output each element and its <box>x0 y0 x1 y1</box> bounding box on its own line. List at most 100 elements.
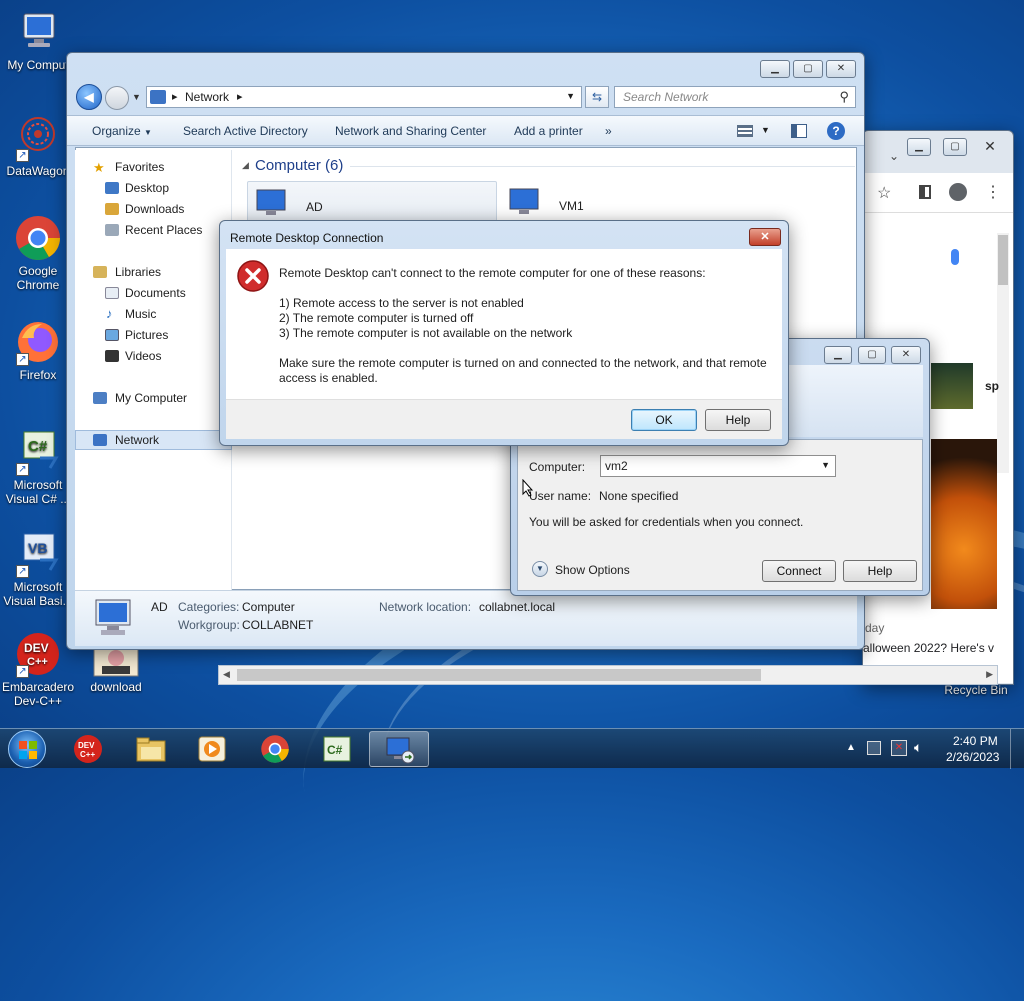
change-view-icon[interactable] <box>737 125 753 137</box>
nav-pictures[interactable]: Pictures <box>125 328 168 342</box>
clock-time[interactable]: 2:40 PM <box>953 734 998 748</box>
connect-button[interactable]: Connect <box>762 560 836 582</box>
group-header-computer[interactable]: Computer (6) <box>255 157 343 174</box>
menu-kebab-icon[interactable]: ⋮ <box>985 182 1001 202</box>
desktop-icon-visual-basic[interactable]: VB ↗ Microsoft Visual Basi... <box>2 530 74 608</box>
address-bar[interactable]: ▸ Network ▸ ▼ <box>146 86 582 108</box>
chrome-toolbar: ☆ ⋮ <box>863 173 1013 213</box>
desktop-icon-visual-csharp[interactable]: C# ↗ Microsoft Visual C# ... <box>2 428 74 506</box>
close-button[interactable]: ✕ <box>749 228 781 246</box>
taskbar-media-player[interactable] <box>183 731 243 767</box>
network-sharing-center-button[interactable]: Network and Sharing Center <box>335 124 486 138</box>
address-dropdown-icon[interactable]: ▼ <box>566 91 575 101</box>
maximize-button[interactable]: ▢ <box>943 138 967 156</box>
profile-avatar-icon[interactable] <box>949 183 967 201</box>
search-input[interactable]: Search Network ⚲ <box>614 86 856 108</box>
close-button[interactable]: ✕ <box>826 60 856 78</box>
clock-date[interactable]: 2/26/2023 <box>946 750 999 764</box>
article-title[interactable]: alloween 2022? Here's v <box>863 641 994 655</box>
desktop-icon-dev-cpp[interactable]: DEV C++ ↗ Embarcadero Dev-C++ <box>2 630 74 708</box>
minimize-button[interactable]: ▁ <box>760 60 790 78</box>
add-printer-button[interactable]: Add a printer <box>514 124 583 138</box>
view-dropdown-icon[interactable]: ▼ <box>761 125 770 135</box>
computer-item-ad[interactable]: AD <box>247 181 497 225</box>
scroll-left-icon[interactable]: ◀ <box>223 669 230 680</box>
organize-button[interactable]: Organize ▼ <box>92 124 152 138</box>
start-button[interactable] <box>8 730 46 768</box>
scroll-right-icon[interactable]: ▶ <box>986 669 993 680</box>
refresh-button[interactable]: ⇆ <box>585 86 609 108</box>
show-hidden-icons-icon[interactable]: ▲ <box>846 742 856 753</box>
ok-button[interactable]: OK <box>631 409 697 431</box>
computer-combobox[interactable]: vm2 ▼ <box>600 455 836 477</box>
nav-downloads[interactable]: Downloads <box>125 202 184 216</box>
breadcrumb-chevron-icon[interactable]: ▸ <box>237 90 243 103</box>
nav-documents[interactable]: Documents <box>125 286 186 300</box>
background-window-scrollbar[interactable]: ◀ ▶ <box>218 665 998 685</box>
show-options-chevron-icon[interactable]: ▼ <box>532 561 548 577</box>
user-name-label: User name: <box>529 489 592 503</box>
desktop-icon-google-chrome[interactable]: Google Chrome <box>2 214 74 292</box>
search-active-directory-button[interactable]: Search Active Directory <box>183 124 308 138</box>
minimize-button[interactable]: ▁ <box>907 138 931 156</box>
libraries-icon <box>93 266 107 278</box>
nav-network[interactable]: Network <box>115 433 159 447</box>
voice-search-icon[interactable] <box>951 249 959 265</box>
nav-my-computer[interactable]: My Computer <box>115 391 187 405</box>
nav-favorites[interactable]: Favorites <box>115 160 164 174</box>
scroll-thumb[interactable] <box>237 669 761 681</box>
back-button[interactable]: ◀ <box>76 84 102 110</box>
side-panel-icon[interactable] <box>919 185 931 199</box>
desktop-icon-firefox[interactable]: ↗ Firefox <box>2 318 74 382</box>
tab-dropdown-icon[interactable]: ⌄ <box>889 149 899 163</box>
help-button[interactable]: Help <box>705 409 771 431</box>
recent-pages-dropdown-icon[interactable]: ▼ <box>132 92 141 102</box>
action-center-flag-icon[interactable]: ✕ <box>891 740 907 756</box>
help-icon[interactable]: ? <box>827 122 845 140</box>
user-name-value: None specified <box>599 489 679 503</box>
collapse-group-icon[interactable]: ◢ <box>242 160 249 171</box>
bookmark-star-icon[interactable]: ☆ <box>877 183 891 203</box>
maximize-button[interactable]: ▢ <box>793 60 823 78</box>
datawagon-icon: ↗ <box>14 114 62 162</box>
error-dialog[interactable]: Remote Desktop Connection ✕ Remote Deskt… <box>219 220 789 446</box>
pumpkin-image[interactable] <box>931 439 997 609</box>
forward-button[interactable] <box>105 86 129 110</box>
computer-item-vm1[interactable]: VM1 <box>503 181 753 225</box>
taskbar-visual-csharp[interactable]: C# <box>307 731 367 767</box>
nav-libraries[interactable]: Libraries <box>115 265 161 279</box>
chrome-scroll-thumb[interactable] <box>998 235 1008 285</box>
desktop-icon-label: My Comput <box>7 58 69 72</box>
taskbar-dev-cpp[interactable]: DEV C++ <box>58 731 118 767</box>
taskbar-chrome[interactable] <box>245 731 305 767</box>
desktop-icon-datawagon[interactable]: ↗ DataWagon <box>2 114 74 178</box>
nav-music[interactable]: Music <box>125 307 156 321</box>
nav-videos[interactable]: Videos <box>125 349 161 363</box>
details-pane: AD Categories: Computer Workgroup: COLLA… <box>75 590 857 646</box>
taskbar-explorer[interactable] <box>121 731 181 767</box>
show-options-link[interactable]: Show Options <box>555 563 630 577</box>
thumbnail-image[interactable] <box>931 363 973 409</box>
desktop-icon-my-computer[interactable]: My Comput <box>2 8 74 72</box>
volume-icon[interactable]: 🔈︎ <box>914 739 922 756</box>
desktop-icon-download[interactable]: download <box>80 644 152 694</box>
maximize-button[interactable]: ▢ <box>858 346 886 364</box>
close-button[interactable]: ✕ <box>975 138 1005 156</box>
search-icon[interactable]: ⚲ <box>839 89 849 105</box>
desktop-icon-label: DataWagon <box>6 164 70 178</box>
minimize-button[interactable]: ▁ <box>824 346 852 364</box>
taskbar-remote-desktop[interactable] <box>369 731 429 767</box>
more-commands-button[interactable]: » <box>605 124 612 138</box>
chevron-down-icon[interactable]: ▼ <box>821 460 830 470</box>
nav-desktop[interactable]: Desktop <box>125 181 169 195</box>
nav-recent-places[interactable]: Recent Places <box>125 223 202 237</box>
star-icon: ★ <box>93 160 105 175</box>
close-button[interactable]: ✕ <box>891 346 921 364</box>
rdc-help-button[interactable]: Help <box>843 560 917 582</box>
network-tray-icon[interactable] <box>867 741 881 755</box>
desktop-icon-recycle-bin[interactable]: Recycle Bin <box>940 683 1012 697</box>
breadcrumb-network[interactable]: Network <box>185 90 229 104</box>
preview-pane-icon[interactable] <box>791 124 807 138</box>
details-workgroup-value: COLLABNET <box>242 618 314 632</box>
show-desktop-button[interactable] <box>1010 729 1024 769</box>
